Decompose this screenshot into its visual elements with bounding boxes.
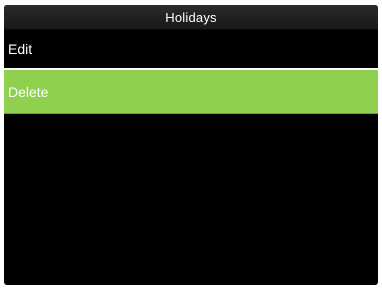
title-bar: Holidays [4, 5, 378, 30]
menu-item-label: Delete [8, 83, 49, 100]
menu-list: Edit Delete [4, 30, 378, 114]
device-screen: Holidays Edit Delete [4, 5, 378, 285]
menu-item-label: Edit [8, 41, 33, 57]
screen-title: Holidays [165, 9, 217, 25]
menu-item-edit[interactable]: Edit [4, 30, 378, 70]
menu-item-delete[interactable]: Delete [4, 70, 378, 114]
